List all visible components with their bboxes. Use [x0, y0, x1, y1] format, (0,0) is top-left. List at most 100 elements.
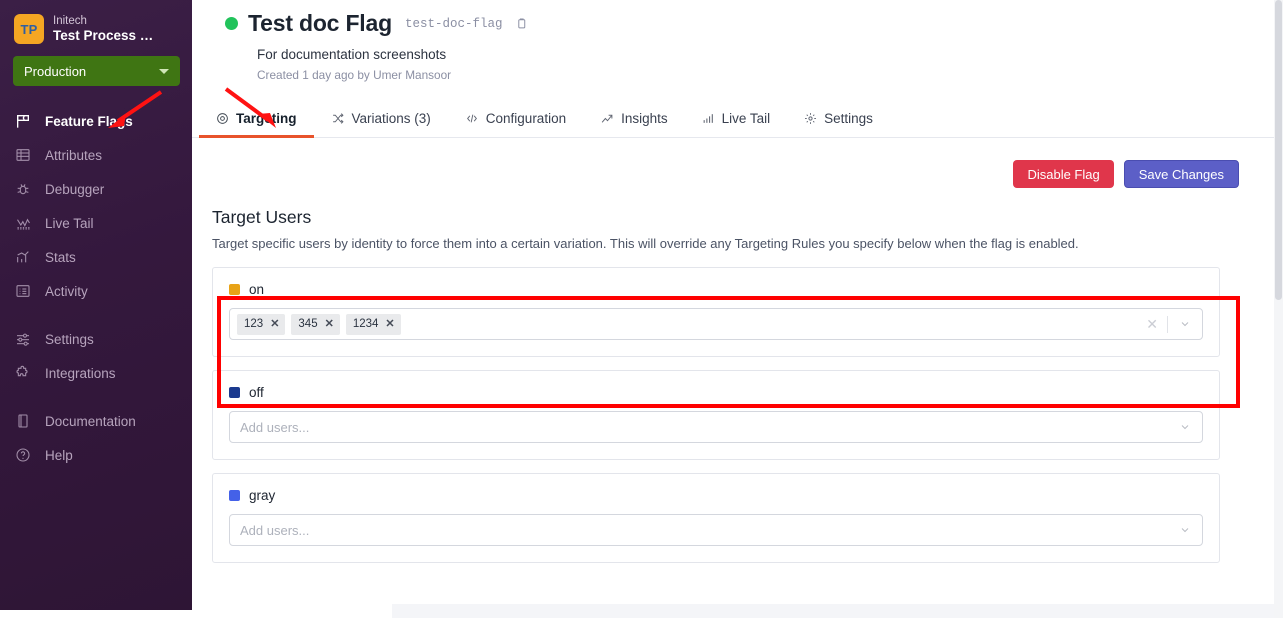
disable-flag-button[interactable]: Disable Flag — [1013, 160, 1114, 188]
sidebar-item-help[interactable]: Help — [0, 438, 192, 472]
tab-configuration[interactable]: Configuration — [448, 102, 583, 138]
clear-all-icon[interactable]: ✕ — [1137, 317, 1167, 331]
remove-tag-icon[interactable]: ✕ — [325, 318, 334, 330]
tab-targeting[interactable]: Targeting — [199, 102, 314, 138]
variation-name: on — [249, 282, 265, 297]
puzzle-icon — [14, 364, 32, 382]
user-tag[interactable]: 123 ✕ — [237, 313, 286, 335]
page-title: Test doc Flag — [248, 10, 392, 36]
variation-card-gray: gray Add users... — [212, 473, 1220, 563]
line-chart-icon — [600, 112, 614, 125]
target-users-section: Target Users Target specific users by id… — [192, 188, 1283, 563]
user-tag-label: 1234 — [352, 318, 379, 330]
sidebar-item-integrations[interactable]: Integrations — [0, 356, 192, 390]
variation-name: off — [249, 385, 264, 400]
pulse-icon — [14, 214, 32, 232]
section-title: Target Users — [212, 207, 312, 227]
sidebar-item-label: Help — [45, 447, 73, 463]
page-header: Test doc Flag test-doc-flag For document… — [192, 0, 1283, 82]
target-icon — [216, 112, 229, 125]
variation-color-swatch — [229, 490, 240, 501]
sidebar-item-label: Attributes — [45, 147, 103, 163]
tab-label: Variations (3) — [351, 111, 431, 126]
target-users-select-on[interactable]: 123 ✕ 345 ✕ 1234 ✕ ✕ — [229, 308, 1203, 340]
remove-tag-icon[interactable]: ✕ — [270, 318, 279, 330]
add-users-placeholder: Add users... — [240, 522, 310, 538]
action-bar: Disable Flag Save Changes — [192, 138, 1283, 188]
target-users-select-off[interactable]: Add users... — [229, 411, 1203, 443]
user-tag-label: 345 — [298, 318, 318, 330]
tab-label: Insights — [621, 111, 668, 126]
environment-label: Production — [24, 63, 87, 79]
add-users-placeholder: Add users... — [240, 419, 310, 435]
flag-description: For documentation screenshots — [257, 47, 447, 62]
flag-meta: Created 1 day ago by Umer Mansoor — [257, 68, 452, 82]
org-name: Initech — [53, 15, 87, 27]
sidebar-item-label: Activity — [45, 283, 88, 299]
bug-icon — [14, 180, 32, 198]
remove-tag-icon[interactable]: ✕ — [385, 318, 394, 330]
sidebar-item-label: Settings — [45, 331, 94, 347]
section-description: Target specific users by identity to for… — [212, 236, 1079, 251]
user-tag[interactable]: 345 ✕ — [291, 313, 340, 335]
attributes-grid-icon — [14, 146, 32, 164]
tab-bar: Targeting Variations (3) Configuration I… — [192, 101, 1283, 138]
vertical-scrollbar-thumb[interactable] — [1275, 0, 1282, 300]
sidebar-item-attributes[interactable]: Attributes — [0, 138, 192, 172]
list-icon — [14, 282, 32, 300]
tab-label: Live Tail — [721, 111, 771, 126]
variation-color-swatch — [229, 387, 240, 398]
sidebar-item-settings[interactable]: Settings — [0, 322, 192, 356]
target-users-select-gray[interactable]: Add users... — [229, 514, 1203, 546]
sidebar-item-stats[interactable]: Stats — [0, 240, 192, 274]
tab-settings[interactable]: Settings — [787, 102, 890, 138]
page-background-strip — [392, 604, 1274, 618]
app-root: TP Initech Test Process … Production Fea… — [0, 0, 1283, 618]
org-logo: TP — [14, 14, 44, 44]
sidebar-item-documentation[interactable]: Documentation — [0, 404, 192, 438]
user-tag[interactable]: 1234 ✕ — [345, 313, 401, 335]
shuffle-icon — [331, 112, 345, 125]
chevron-down-icon[interactable] — [1168, 318, 1202, 330]
variation-card-off: off Add users... — [212, 370, 1220, 460]
variation-color-swatch — [229, 284, 240, 295]
user-tag-label: 123 — [244, 318, 264, 330]
chevron-down-icon[interactable] — [1168, 421, 1202, 433]
flag-key: test-doc-flag — [404, 16, 503, 31]
sidebar-item-activity[interactable]: Activity — [0, 274, 192, 308]
tab-variations[interactable]: Variations (3) — [314, 102, 448, 138]
gear-icon — [804, 112, 817, 125]
environment-selector[interactable]: Production — [13, 56, 180, 86]
save-changes-button[interactable]: Save Changes — [1123, 160, 1239, 188]
variation-card-on: on 123 ✕ 345 ✕ 1234 ✕ ✕ — [212, 267, 1220, 357]
tab-insights[interactable]: Insights — [583, 102, 685, 138]
sidebar-item-feature-flags[interactable]: Feature Flags — [0, 104, 192, 138]
tab-live-tail[interactable]: Live Tail — [685, 102, 788, 138]
flag-icon — [14, 112, 32, 130]
project-name: Test Process … — [53, 27, 154, 43]
variation-name: gray — [249, 488, 276, 503]
chevron-down-icon — [159, 68, 169, 74]
sidebar: TP Initech Test Process … Production Fea… — [0, 0, 192, 610]
bars-icon — [702, 112, 715, 125]
sidebar-item-debugger[interactable]: Debugger — [0, 172, 192, 206]
vertical-scrollbar-track[interactable] — [1274, 0, 1283, 618]
sidebar-item-label: Live Tail — [45, 215, 94, 231]
chevron-down-icon[interactable] — [1168, 524, 1202, 536]
book-icon — [14, 412, 32, 430]
nav-divider-2 — [0, 390, 192, 404]
sidebar-item-label: Integrations — [45, 365, 116, 381]
sidebar-nav: Feature Flags Attributes Debugger Live T… — [0, 104, 192, 472]
brand-block[interactable]: TP Initech Test Process … — [0, 10, 192, 44]
tab-label: Settings — [824, 111, 873, 126]
sliders-icon — [14, 330, 32, 348]
sidebar-item-label: Feature Flags — [45, 113, 133, 129]
flag-status-dot — [225, 17, 238, 30]
tab-label: Targeting — [236, 111, 297, 126]
copy-icon[interactable] — [515, 17, 528, 30]
question-circle-icon — [14, 446, 32, 464]
tag-list: 123 ✕ 345 ✕ 1234 ✕ — [237, 313, 401, 335]
nav-divider-1 — [0, 308, 192, 322]
variation-card-list: on 123 ✕ 345 ✕ 1234 ✕ ✕ off Add users...… — [212, 267, 1220, 563]
sidebar-item-live-tail[interactable]: Live Tail — [0, 206, 192, 240]
